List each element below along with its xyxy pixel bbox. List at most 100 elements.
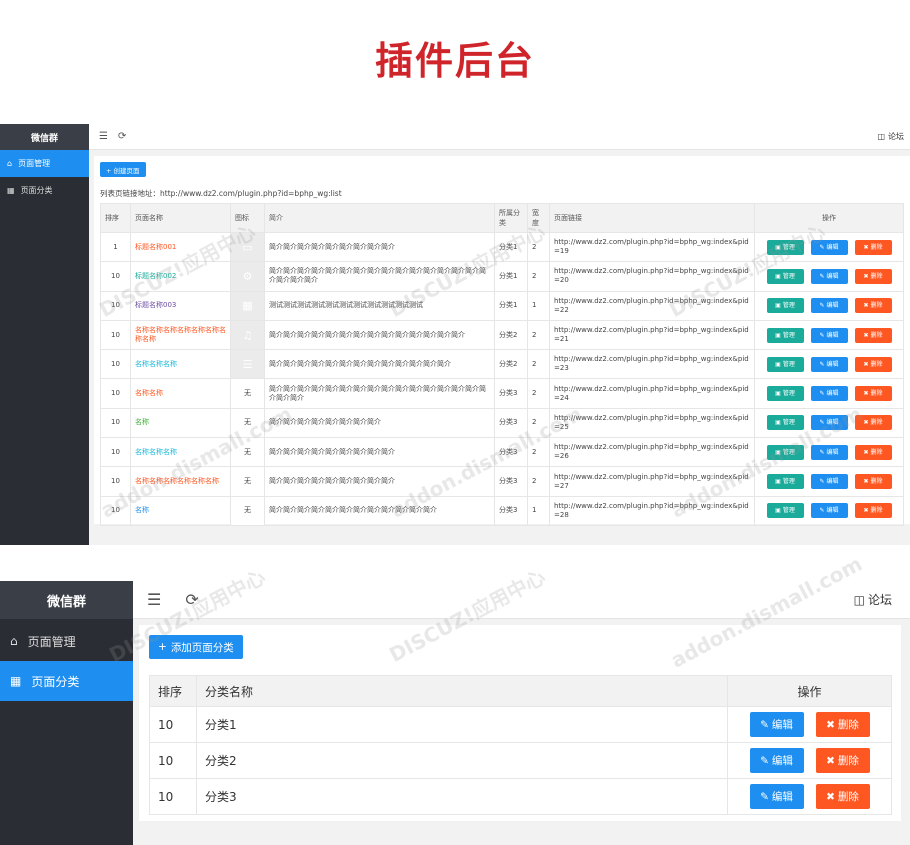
manage-button[interactable]: ▣ 管理	[766, 474, 804, 490]
delete-button[interactable]: ✖ 删除	[854, 298, 892, 314]
sidebar-item-page-category[interactable]: ▦ 页面分类	[0, 177, 89, 204]
trash-icon: ✖	[863, 331, 869, 339]
delete-button[interactable]: ✖ 删除	[854, 356, 892, 372]
sidebar-item-page-category[interactable]: ▦ 页面分类	[0, 661, 133, 701]
edit-button[interactable]: ✎ 编辑	[810, 415, 848, 431]
edit-label: 编辑	[826, 507, 839, 515]
row-link: http://www.dz2.com/plugin.php?id=bphp_wg…	[549, 378, 755, 409]
column-header: 图标	[230, 203, 265, 233]
manage-label: 管理	[782, 419, 795, 427]
delete-button[interactable]: ✖ 删除	[854, 444, 892, 460]
row-sort: 1	[100, 231, 131, 263]
edit-button[interactable]: ✎ 编辑	[810, 327, 848, 343]
delete-button[interactable]: ✖ 删除	[854, 415, 892, 431]
row-actions: ▣ 管理 ✎ 编辑 ✖ 删除	[754, 466, 904, 497]
edit-button[interactable]: ✎ 编辑	[810, 239, 848, 255]
refresh-icon[interactable]: ⟳	[118, 131, 126, 142]
delete-button[interactable]: ✖ 删除	[854, 474, 892, 490]
add-category-button[interactable]: + 添加页面分类	[149, 635, 243, 659]
manage-button[interactable]: ▣ 管理	[766, 356, 804, 372]
row-page-name: 标题名称002	[130, 261, 231, 292]
edit-button[interactable]: ✎ 编辑	[810, 268, 848, 284]
row-page-name: 名称	[130, 407, 231, 439]
row-category: 分类1	[494, 261, 528, 292]
edit-button[interactable]: ✎ 编辑	[810, 474, 848, 490]
manage-button[interactable]: ▣ 管理	[766, 327, 804, 343]
manage-button[interactable]: ▣ 管理	[766, 239, 804, 255]
edit-button[interactable]: ✎ 编辑	[810, 298, 848, 314]
menu-toggle-icon[interactable]: ☰	[99, 131, 108, 142]
edit-button[interactable]: ✎ 编辑	[749, 712, 804, 737]
trash-icon: ✖	[863, 507, 869, 515]
delete-button[interactable]: ✖ 删除	[854, 239, 892, 255]
topbar: ☰ ⟳ ◫ 论坛	[89, 124, 910, 150]
delete-button[interactable]: ✖ 删除	[815, 784, 870, 809]
manage-icon: ▣	[775, 390, 781, 398]
row-category-name: 分类2	[196, 742, 728, 779]
create-page-button[interactable]: + 创建页面	[100, 162, 146, 177]
row-intro: 简介简介简介简介简介简介简介简介简介简介简介简介	[264, 495, 495, 526]
manage-icon: ▣	[775, 507, 781, 515]
row-sort: 10	[100, 437, 131, 468]
forum-link[interactable]: ◫ 论坛	[877, 131, 904, 142]
row-intro: 简介简介简介简介简介简介简介简介简介简介简介简介简介	[264, 349, 495, 380]
row-width: 2	[527, 378, 550, 409]
row-intro: 简介简介简介简介简介简介简介简介简介	[264, 231, 495, 263]
sidebar: 微信群 ⌂ 页面管理 ▦ 页面分类	[0, 581, 133, 845]
edit-button[interactable]: ✎ 编辑	[749, 748, 804, 773]
edit-button[interactable]: ✎ 编辑	[810, 386, 848, 402]
trash-icon: ✖	[826, 718, 835, 731]
row-sort: 10	[100, 407, 131, 439]
edit-button[interactable]: ✎ 编辑	[810, 444, 848, 460]
row-actions: ▣ 管理 ✎ 编辑 ✖ 删除	[754, 261, 904, 292]
delete-button[interactable]: ✖ 删除	[815, 748, 870, 773]
manage-button[interactable]: ▣ 管理	[766, 503, 804, 519]
sidebar-item-label: 页面管理	[18, 159, 51, 168]
row-page-name: 名称	[130, 495, 231, 526]
edit-button[interactable]: ✎ 编辑	[810, 356, 848, 372]
forum-icon: ◫	[853, 592, 865, 607]
sidebar-item-page-management[interactable]: ⌂ 页面管理	[0, 621, 133, 661]
delete-button[interactable]: ✖ 删除	[854, 327, 892, 343]
row-actions: ✎ 编辑 ✖ 删除	[727, 742, 892, 779]
forum-icon: ◫	[877, 132, 885, 141]
sidebar-item-page-management[interactable]: ⌂ 页面管理	[0, 150, 89, 177]
row-actions: ▣ 管理 ✎ 编辑 ✖ 删除	[754, 290, 904, 321]
edit-label: 编辑	[826, 243, 839, 251]
edit-icon: ✎	[760, 754, 769, 767]
manage-button[interactable]: ▣ 管理	[766, 298, 804, 314]
row-sort: 10	[149, 706, 197, 743]
row-category: 分类3	[494, 378, 528, 409]
trash-icon: ✖	[863, 419, 869, 427]
row-width: 1	[527, 290, 550, 321]
grid-icon: ▦	[10, 674, 22, 688]
delete-button[interactable]: ✖ 删除	[815, 712, 870, 737]
edit-button[interactable]: ✎ 编辑	[749, 784, 804, 809]
edit-button[interactable]: ✎ 编辑	[810, 503, 848, 519]
row-width: 2	[527, 261, 550, 292]
edit-label: 编辑	[826, 448, 839, 456]
row-page-name: 名称名称	[130, 378, 231, 409]
menu-toggle-icon[interactable]: ☰	[147, 590, 161, 609]
delete-label: 删除	[870, 243, 883, 251]
delete-button[interactable]: ✖ 删除	[854, 386, 892, 402]
edit-label: 编辑	[826, 272, 839, 280]
refresh-icon[interactable]: ⟳	[185, 590, 198, 609]
delete-button[interactable]: ✖ 删除	[854, 268, 892, 284]
table-row: 10 名称名称名称名称名称名称无简介简介简介简介简介简介简介简介简介 分类3 2 htt…	[100, 466, 904, 497]
table-row: 10 名称名称无简介简介简介简介简介简介简介简介简介简介简介简介简介简介简介简介简…	[100, 378, 904, 409]
delete-label: 删除	[870, 360, 883, 368]
manage-button[interactable]: ▣ 管理	[766, 268, 804, 284]
manage-button[interactable]: ▣ 管理	[766, 386, 804, 402]
delete-button[interactable]: ✖ 删除	[854, 503, 892, 519]
table-row: 10 名称名称名称无简介简介简介简介简介简介简介简介简介 分类3 2 http://ww…	[100, 437, 904, 468]
row-sort: 10	[100, 466, 131, 497]
forum-link[interactable]: ◫ 论坛	[854, 591, 892, 608]
manage-button[interactable]: ▣ 管理	[766, 444, 804, 460]
add-category-label: 添加页面分类	[170, 641, 234, 654]
row-sort: 10	[100, 495, 131, 526]
edit-label: 编辑	[826, 331, 839, 339]
manage-button[interactable]: ▣ 管理	[766, 415, 804, 431]
row-actions: ✎ 编辑 ✖ 删除	[727, 706, 892, 743]
edit-icon: ✎	[760, 718, 769, 731]
